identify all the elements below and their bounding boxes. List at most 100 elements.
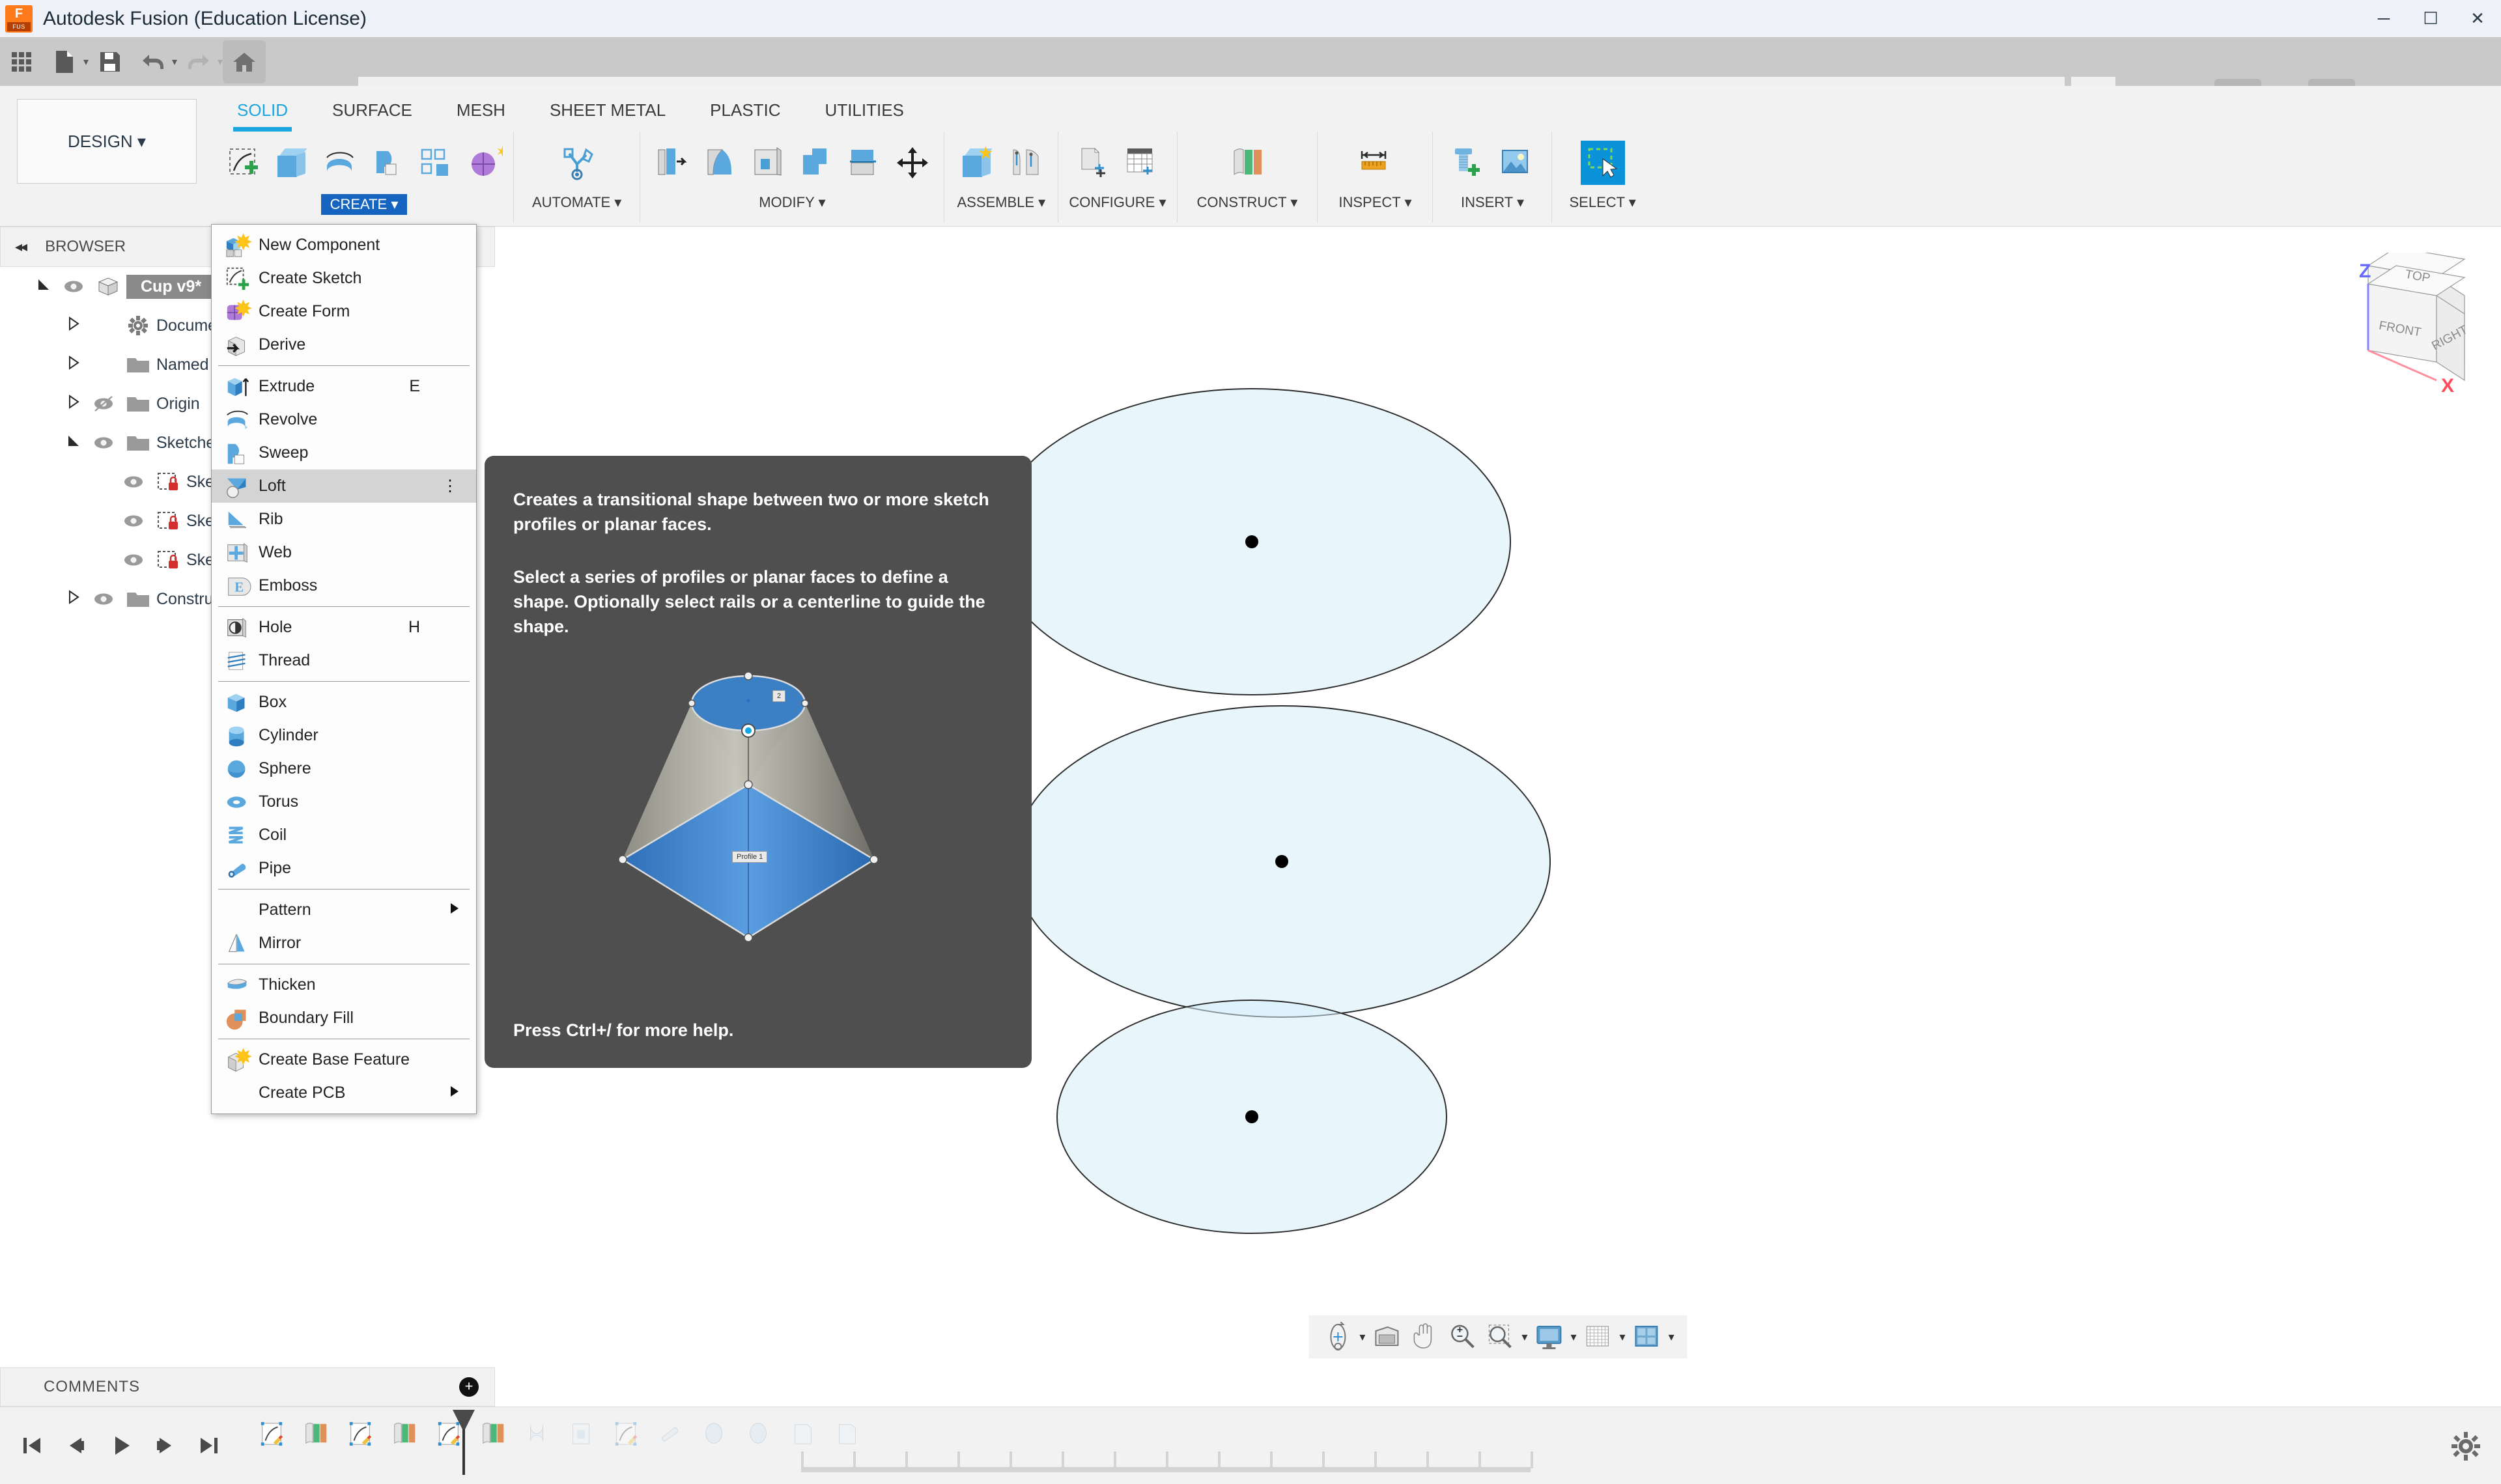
split-face-tool[interactable] — [842, 141, 886, 185]
menu-item-sphere[interactable]: Sphere — [212, 752, 476, 785]
timeline-body-1[interactable] — [783, 1413, 823, 1453]
new-component-tool[interactable] — [955, 141, 999, 185]
collapse-browser-icon[interactable]: ◂◂ — [15, 238, 27, 255]
redo-icon[interactable] — [177, 40, 220, 83]
ellipse-middle-center-point[interactable] — [1275, 855, 1288, 868]
sweep-tool[interactable] — [366, 141, 410, 185]
automate-tool[interactable] — [555, 141, 599, 185]
ribbon-group-label-automate[interactable]: AUTOMATE ▾ — [532, 194, 621, 211]
menu-item-rib[interactable]: Rib — [212, 503, 476, 536]
timeline-sphere-1[interactable] — [694, 1413, 735, 1453]
visibility-icon[interactable] — [87, 589, 120, 609]
tab-surface[interactable]: SURFACE — [310, 91, 434, 129]
app-grid-icon[interactable] — [0, 40, 43, 83]
timeline-settings-gear-icon[interactable] — [2448, 1428, 2484, 1464]
shell-tool[interactable] — [746, 141, 790, 185]
menu-item-coil[interactable]: Coil — [212, 819, 476, 852]
expand-arrow-closed-icon[interactable] — [60, 356, 87, 374]
select-tool[interactable] — [1580, 141, 1625, 185]
menu-item-thread[interactable]: Thread — [212, 644, 476, 677]
ribbon-group-label-select[interactable]: SELECT ▾ — [1569, 194, 1635, 211]
expand-arrow-closed-icon[interactable] — [60, 590, 87, 608]
maximize-button[interactable]: ☐ — [2407, 0, 2454, 37]
ribbon-group-label-construct[interactable]: CONSTRUCT ▾ — [1197, 194, 1298, 211]
press-pull-tool[interactable] — [649, 141, 694, 185]
ribbon-group-label-configure[interactable]: CONFIGURE ▾ — [1069, 194, 1166, 211]
timeline-revolve[interactable] — [517, 1413, 558, 1453]
view-cube[interactable]: TOP FRONT RIGHT Z X — [2296, 247, 2479, 415]
timeline-sketch-1[interactable] — [251, 1413, 292, 1453]
ribbon-group-label-inspect[interactable]: INSPECT ▾ — [1338, 194, 1411, 211]
submenu-arrow-icon[interactable] — [449, 1085, 460, 1102]
menu-item-pattern[interactable]: Pattern — [212, 893, 476, 927]
viewports-caret-icon[interactable]: ▾ — [1669, 1330, 1674, 1344]
timeline-play-button[interactable] — [102, 1427, 139, 1464]
timeline-step-back-button[interactable] — [57, 1427, 95, 1464]
save-icon[interactable] — [89, 40, 132, 83]
tab-solid[interactable]: SOLID — [215, 91, 310, 132]
menu-item-extrude[interactable]: Extrude E — [212, 370, 476, 403]
timeline-go-end-button[interactable] — [190, 1427, 228, 1464]
tab-utilities[interactable]: UTILITIES — [803, 91, 926, 129]
look-at-icon[interactable] — [1368, 1318, 1406, 1356]
revolve-tool[interactable] — [318, 141, 362, 185]
timeline-plane-3[interactable] — [473, 1413, 513, 1453]
menu-item-loft[interactable]: Loft ⋮ — [212, 469, 476, 503]
pattern-tool[interactable] — [414, 141, 459, 185]
ribbon-group-label-modify[interactable]: MODIFY ▾ — [759, 194, 825, 211]
menu-item-pipe[interactable]: Pipe — [212, 852, 476, 885]
comments-panel-header[interactable]: COMMENTS + — [0, 1367, 495, 1407]
menu-item-create-pcb[interactable]: Create PCB — [212, 1076, 476, 1110]
orbit-caret-icon[interactable]: ▾ — [1359, 1330, 1365, 1344]
workspace-switcher[interactable]: DESIGN ▾ — [17, 99, 197, 184]
tab-plastic[interactable]: PLASTIC — [688, 91, 802, 129]
menu-item-box[interactable]: Box — [212, 686, 476, 719]
joint-tool[interactable] — [1003, 141, 1047, 185]
timeline-sketch-4[interactable] — [606, 1413, 646, 1453]
timeline-body-2[interactable] — [827, 1413, 868, 1453]
insert-canvas-tool[interactable] — [1494, 141, 1538, 185]
measure-tool[interactable] — [1353, 141, 1397, 185]
timeline-go-start-button[interactable] — [13, 1427, 51, 1464]
submenu-arrow-icon[interactable] — [449, 902, 460, 919]
tab-sheet-metal[interactable]: SHEET METAL — [528, 91, 688, 129]
menu-item-create-form[interactable]: Create Form — [212, 295, 476, 328]
timeline-pipe[interactable] — [650, 1413, 690, 1453]
menu-item-thicken[interactable]: Thicken — [212, 968, 476, 1001]
undo-icon[interactable] — [132, 40, 175, 83]
menu-item-create-sketch[interactable]: Create Sketch — [212, 262, 476, 295]
close-window-button[interactable]: ✕ — [2454, 0, 2501, 37]
zoom-window-caret-icon[interactable]: ▾ — [1521, 1330, 1527, 1344]
visibility-icon[interactable] — [117, 511, 150, 531]
expand-arrow-open-icon[interactable] — [60, 434, 87, 452]
zoom-window-icon[interactable] — [1481, 1318, 1519, 1356]
ellipse-top-center-point[interactable] — [1245, 535, 1258, 548]
visibility-icon[interactable] — [57, 277, 90, 296]
menu-item-boundary-fill[interactable]: Boundary Fill — [212, 1001, 476, 1035]
insert-mcmaster-part-tool[interactable] — [1446, 141, 1490, 185]
pan-icon[interactable] — [1406, 1318, 1443, 1356]
menu-item-sweep[interactable]: Sweep — [212, 436, 476, 469]
display-settings-caret-icon[interactable]: ▾ — [1570, 1330, 1576, 1344]
viewports-icon[interactable] — [1628, 1318, 1666, 1356]
display-settings-icon[interactable] — [1530, 1318, 1568, 1356]
ribbon-group-label-assemble[interactable]: ASSEMBLE ▾ — [957, 194, 1045, 211]
menu-item-new-component[interactable]: New Component — [212, 229, 476, 262]
menu-item-create-base-feature[interactable]: Create Base Feature — [212, 1043, 476, 1076]
ribbon-group-label-create[interactable]: CREATE ▾ — [320, 194, 408, 215]
menu-item-hole[interactable]: Hole H — [212, 611, 476, 644]
menu-item-web[interactable]: Web — [212, 536, 476, 569]
zoom-icon[interactable] — [1443, 1318, 1481, 1356]
visibility-icon[interactable] — [87, 433, 120, 453]
menu-item-torus[interactable]: Torus — [212, 785, 476, 819]
timeline-sphere-2[interactable] — [739, 1413, 779, 1453]
timeline-step-forward-button[interactable] — [146, 1427, 184, 1464]
menu-item-overflow-icon[interactable]: ⋮ — [442, 478, 458, 494]
visibility-off-icon[interactable] — [87, 394, 120, 413]
orbit-icon[interactable] — [1319, 1318, 1357, 1356]
home-icon[interactable] — [223, 40, 266, 83]
ellipse-bottom-center-point[interactable] — [1245, 1110, 1258, 1123]
grid-snap-caret-icon[interactable]: ▾ — [1620, 1330, 1626, 1344]
minimize-button[interactable]: ─ — [2360, 0, 2407, 37]
timeline-sketch-2[interactable] — [340, 1413, 380, 1453]
